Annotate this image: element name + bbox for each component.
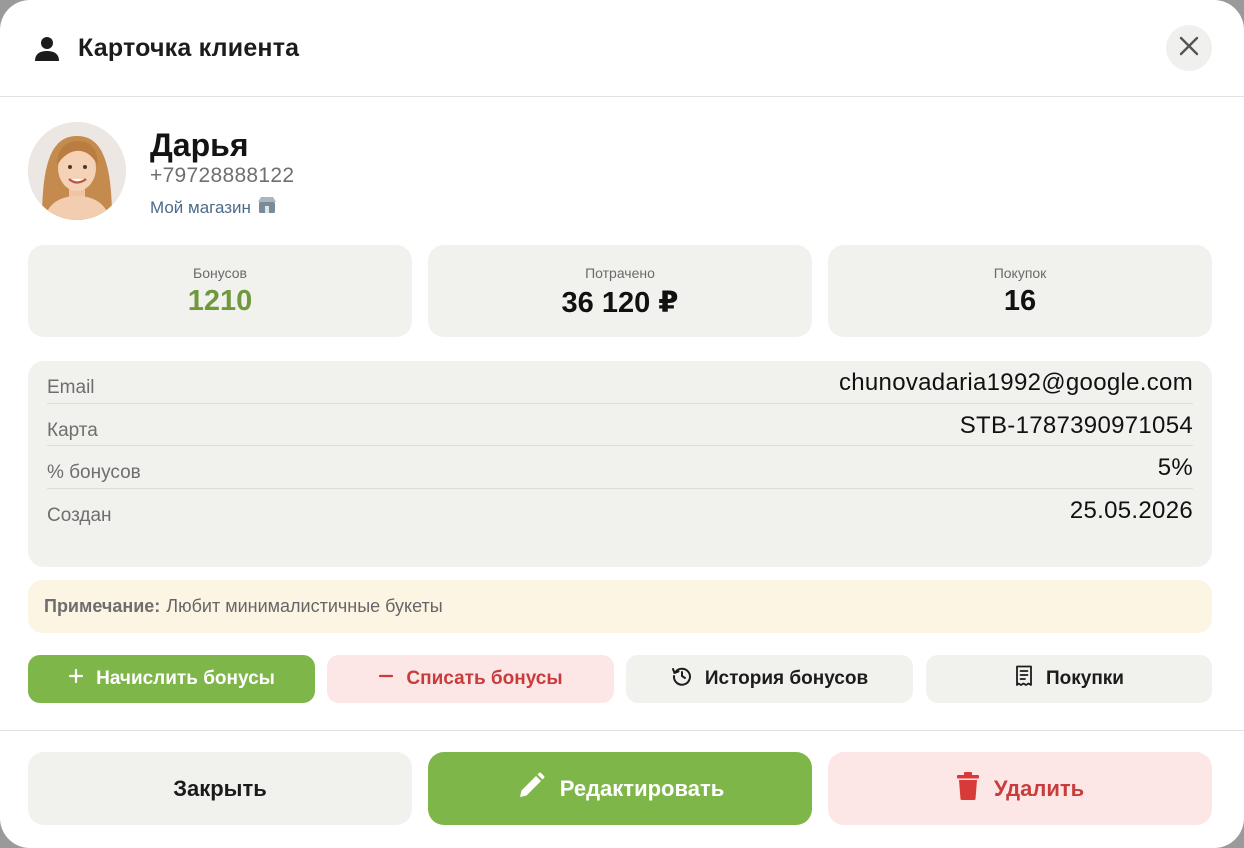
client-store: Мой магазин: [150, 196, 277, 219]
receipt-icon: [1014, 665, 1034, 693]
close-modal-button[interactable]: [1166, 25, 1212, 71]
edit-button-label: Редактировать: [559, 775, 725, 801]
close-button-label: Закрыть: [173, 775, 267, 801]
close-icon: [1178, 35, 1200, 62]
info-label: % бонусов: [47, 462, 141, 483]
note-text: Любит минималистичные букеты: [166, 596, 443, 616]
info-row-bonus-percent: % бонусов 5%: [47, 446, 1193, 489]
info-label: Создан: [47, 504, 112, 526]
note-label: Примечание:: [44, 596, 161, 616]
info-value: STB-1787390971054: [959, 411, 1193, 439]
client-note: Примечание: Любит минималистичные букеты: [28, 580, 1212, 633]
info-label: Email: [47, 377, 95, 398]
info-row-email: Email chunovadaria1992@google.com: [47, 361, 1193, 404]
bonus-history-label: История бонусов: [704, 668, 869, 689]
remove-bonus-button[interactable]: Списать бонусы: [327, 655, 614, 703]
minus-icon: [378, 668, 394, 690]
store-icon: [257, 196, 277, 219]
history-icon: [671, 665, 693, 693]
client-phone: +79728888122: [150, 164, 295, 187]
modal-header: Карточка клиента: [0, 0, 1244, 97]
client-store-label: Мой магазин: [150, 197, 251, 217]
stat-spent: Потрачено 36 120 ₽: [428, 245, 812, 337]
footer-divider: [0, 730, 1244, 731]
client-info-table: Email chunovadaria1992@google.com Карта …: [28, 361, 1212, 567]
trash-icon: [956, 771, 980, 807]
bonus-history-button[interactable]: История бонусов: [626, 655, 913, 703]
user-icon: [33, 34, 61, 62]
stat-label: Бонусов: [193, 265, 247, 281]
stat-purchases: Покупок 16: [828, 245, 1212, 337]
add-bonus-label: Начислить бонусы: [96, 668, 275, 689]
remove-bonus-label: Списать бонусы: [406, 668, 563, 689]
info-value: 25.05.2026: [1069, 497, 1193, 525]
avatar: [28, 122, 126, 220]
add-bonus-button[interactable]: Начислить бонусы: [28, 655, 315, 703]
purchases-label: Покупки: [1045, 668, 1124, 689]
stat-value: 16: [1003, 285, 1037, 317]
info-value: 5%: [1157, 454, 1193, 482]
info-row-card: Карта STB-1787390971054: [47, 404, 1193, 446]
stat-bonuses: Бонусов 1210: [28, 245, 412, 337]
modal-title: Карточка клиента: [78, 34, 300, 62]
pencil-icon: [516, 771, 546, 807]
edit-button[interactable]: Редактировать: [428, 752, 812, 825]
client-name: Дарья: [150, 127, 249, 163]
stat-label: Потрачено: [585, 265, 655, 281]
close-button[interactable]: Закрыть: [28, 752, 412, 825]
info-row-created: Создан 25.05.2026: [47, 489, 1193, 532]
info-value: chunovadaria1992@google.com: [838, 369, 1193, 397]
stat-label: Покупок: [993, 265, 1047, 281]
info-label: Карта: [47, 419, 98, 441]
delete-button-label: Удалить: [993, 775, 1085, 801]
client-card-modal: Карточка клиента Дарья +79728888122 Мой …: [0, 0, 1244, 848]
stat-value: 36 120 ₽: [561, 287, 679, 319]
plus-icon: [68, 668, 84, 690]
stat-value: 1210: [187, 285, 253, 317]
delete-button[interactable]: Удалить: [828, 752, 1212, 825]
purchases-button[interactable]: Покупки: [926, 655, 1212, 703]
